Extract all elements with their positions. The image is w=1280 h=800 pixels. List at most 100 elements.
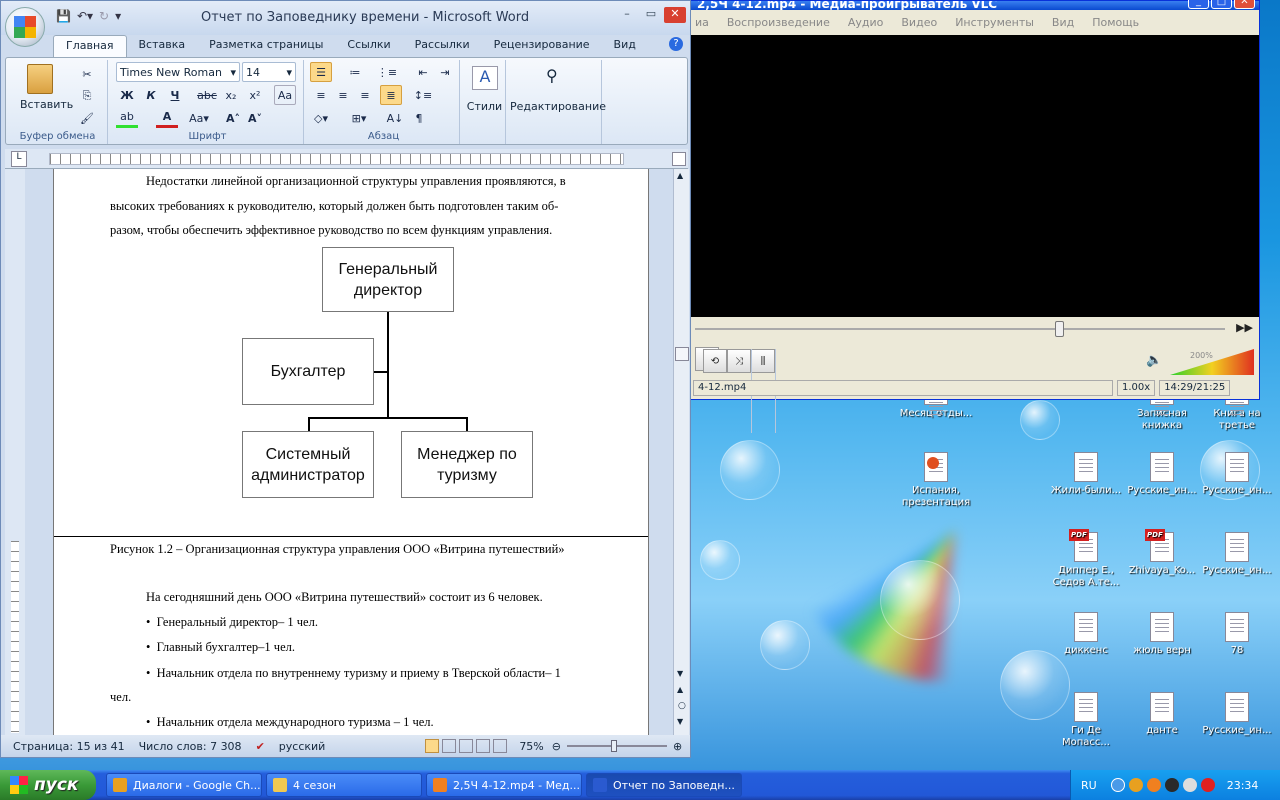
tab-home[interactable]: Главная	[53, 35, 127, 57]
styles-group[interactable]: A Стили	[464, 60, 506, 144]
tab-references[interactable]: Ссылки	[335, 35, 402, 57]
status-words[interactable]: Число слов: 7 308	[139, 740, 242, 753]
task-folder[interactable]: 4 сезон	[266, 773, 422, 797]
grow-font-icon[interactable]: A˄	[222, 108, 244, 128]
extended-settings-icon[interactable]: ⫼	[751, 349, 775, 373]
vlc-menu-media[interactable]: иа	[695, 16, 709, 29]
desktop-icon[interactable]: PDF Zhivaya_Ko...	[1124, 529, 1200, 577]
show-marks-icon[interactable]: ¶	[408, 108, 430, 128]
language-indicator[interactable]: RU	[1081, 779, 1097, 792]
desktop-icon[interactable]: Русские_ин...	[1199, 692, 1275, 737]
desktop-icon[interactable]: Русские_ин...	[1199, 532, 1275, 577]
task-chrome[interactable]: Диалоги - Google Ch...	[106, 773, 262, 797]
vertical-scrollbar[interactable]: ▲ ▼ ▲ ○ ▼	[673, 169, 689, 735]
maximize-button[interactable]: □	[1211, 0, 1232, 9]
numbering-icon[interactable]: ≔	[344, 62, 366, 82]
subscript-button[interactable]: x₂	[220, 85, 242, 105]
close-button[interactable]: ✕	[664, 7, 686, 23]
horizontal-ruler[interactable]: L	[5, 149, 688, 169]
tab-view[interactable]: Вид	[602, 35, 648, 57]
shrink-font-icon[interactable]: A˅	[244, 108, 266, 128]
decrease-indent-icon[interactable]: ⇤	[412, 62, 434, 82]
desktop-icon[interactable]: Записная книжка	[1124, 395, 1200, 432]
tab-review[interactable]: Рецензирование	[482, 35, 602, 57]
seek-handle[interactable]	[1055, 321, 1064, 337]
chrome-tray-icon[interactable]	[1128, 778, 1143, 792]
zoom-slider-thumb[interactable]	[610, 740, 617, 752]
editing-group[interactable]: ⚲ Редактирование	[510, 60, 606, 144]
align-right-icon[interactable]: ≡	[354, 85, 376, 105]
tab-mailings[interactable]: Рассылки	[403, 35, 482, 57]
shading-icon[interactable]: ◇▾	[310, 108, 332, 128]
font-color-icon[interactable]: A	[156, 108, 178, 128]
increase-indent-icon[interactable]: ⇥	[434, 62, 456, 82]
redo-icon[interactable]: ↻	[99, 9, 109, 23]
full-reading-icon[interactable]	[442, 739, 457, 753]
office-button[interactable]	[5, 7, 45, 47]
draft-icon[interactable]	[493, 739, 508, 753]
vlc-tray-icon[interactable]	[1146, 778, 1161, 792]
frame-step-icon[interactable]: ▶▶	[1236, 321, 1253, 334]
outline-icon[interactable]	[476, 739, 491, 753]
desktop-icon[interactable]: PDF Диппер Е., Седов А.те...	[1048, 529, 1124, 589]
seek-bar[interactable]: ▶▶	[695, 319, 1255, 339]
status-speed[interactable]: 1.00x	[1117, 380, 1156, 396]
browse-object-icon[interactable]: ○	[678, 701, 686, 711]
vlc-menu-help[interactable]: Помощь	[1092, 16, 1139, 29]
view-ruler-icon[interactable]	[672, 152, 686, 166]
antivirus-icon[interactable]	[1200, 778, 1215, 792]
volume-tray-icon[interactable]	[1182, 778, 1197, 792]
multilevel-list-icon[interactable]: ⋮≡	[376, 62, 398, 82]
scroll-up-icon[interactable]: ▲	[677, 171, 683, 180]
justify-icon[interactable]: ≣	[380, 85, 402, 105]
italic-button[interactable]: К	[140, 85, 162, 105]
shuffle-icon[interactable]: ⤨	[727, 349, 751, 373]
document-page[interactable]: Недостатки линейной организационной стру…	[53, 169, 649, 735]
font-size-select[interactable]: 14 ▾	[242, 62, 296, 82]
tab-page-layout[interactable]: Разметка страницы	[197, 35, 335, 57]
vlc-menu-view[interactable]: Вид	[1052, 16, 1074, 29]
desktop-icon[interactable]: Русские_ин...	[1124, 452, 1200, 497]
loop-icon[interactable]: ⟲	[703, 349, 727, 373]
desktop-icon[interactable]: Ги Де Мопасс...	[1048, 692, 1124, 749]
network-icon[interactable]	[1164, 778, 1179, 792]
cut-icon[interactable]: ✂	[76, 64, 98, 84]
clear-formatting-icon[interactable]: Aa	[274, 85, 296, 105]
strikethrough-button[interactable]: abc	[196, 85, 218, 105]
bullets-icon[interactable]: ☰	[310, 62, 332, 82]
sort-icon[interactable]: A↓	[384, 108, 406, 128]
start-button[interactable]: пуск	[0, 770, 96, 800]
desktop-icon[interactable]: жюль верн	[1124, 612, 1200, 657]
help-icon[interactable]: ?	[669, 37, 683, 51]
status-page[interactable]: Страница: 15 из 41	[13, 740, 125, 753]
tray-arrow-icon[interactable]	[1110, 778, 1125, 792]
bold-button[interactable]: Ж	[116, 85, 138, 105]
spellcheck-icon[interactable]: ✔	[256, 740, 265, 753]
volume-control[interactable]: 🔈 200%	[1146, 349, 1256, 375]
video-area[interactable]	[691, 35, 1259, 317]
scroll-thumb[interactable]	[675, 347, 689, 361]
font-name-select[interactable]: Times New Roman ▾	[116, 62, 240, 82]
minimize-button[interactable]: _	[1188, 0, 1209, 9]
print-layout-icon[interactable]	[425, 739, 440, 753]
copy-icon[interactable]: ⎘	[76, 86, 98, 106]
maximize-button[interactable]: ▭	[640, 7, 662, 23]
next-page-icon[interactable]: ▼	[677, 717, 683, 726]
zoom-out-icon[interactable]: ⊖	[552, 740, 561, 753]
desktop-icon[interactable]: 78	[1199, 612, 1275, 657]
task-word[interactable]: Отчет по Заповедн...	[586, 773, 742, 797]
vlc-menu-audio[interactable]: Аудио	[848, 16, 884, 29]
vlc-title-bar[interactable]: 2,5Ч 4-12.mp4 - Медиа-проигрыватель VLC	[691, 1, 1259, 10]
scroll-down-icon[interactable]: ▼	[677, 669, 683, 678]
status-time[interactable]: 14:29/21:25	[1159, 380, 1231, 396]
paste-button[interactable]: Вставить	[20, 64, 73, 111]
tab-selector-icon[interactable]: L	[11, 151, 27, 167]
desktop-icon[interactable]: Русские_ин...	[1199, 452, 1275, 497]
desktop-icon[interactable]: Книга на третье	[1199, 395, 1275, 432]
minimize-button[interactable]: –	[616, 7, 638, 23]
zoom-slider[interactable]	[566, 740, 667, 752]
task-vlc[interactable]: 2,5Ч 4-12.mp4 - Мед...	[426, 773, 582, 797]
desktop-icon[interactable]: Испания, презентация	[898, 452, 974, 509]
speaker-icon[interactable]: 🔈	[1146, 353, 1162, 368]
desktop-icon[interactable]: Жили-были...	[1048, 452, 1124, 497]
